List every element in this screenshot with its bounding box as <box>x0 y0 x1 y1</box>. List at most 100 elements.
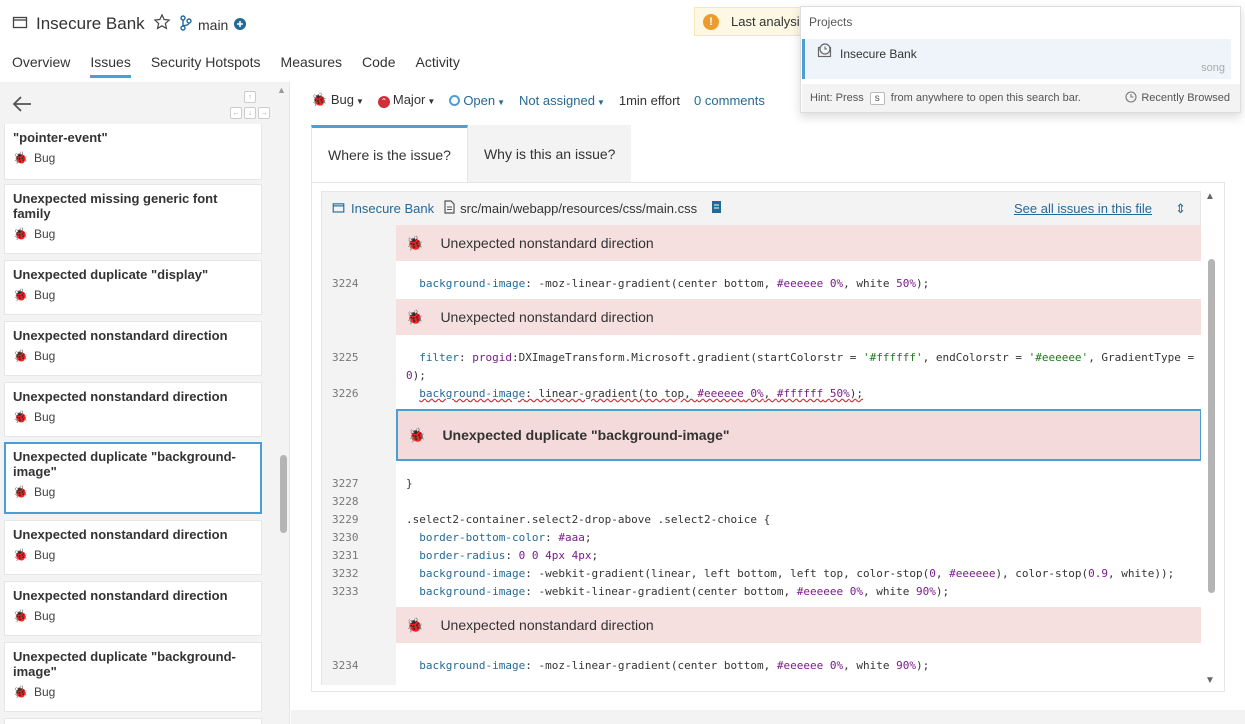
tab-issues[interactable]: Issues <box>90 54 131 78</box>
scroll-up-icon[interactable]: ▲ <box>1205 191 1215 202</box>
issue-type: 🐞 Bug <box>13 151 253 165</box>
code-viewer-header: Insecure Bank src/main/webapp/resources/… <box>321 191 1201 225</box>
recently-browsed: Recently Browsed <box>1125 90 1230 106</box>
bug-icon: 🐞 <box>311 92 328 107</box>
search-result-qualifier: song <box>1201 62 1225 74</box>
issue-card-selected[interactable]: Unexpected duplicate "background-image" … <box>4 442 262 514</box>
issue-type: 🐞 Bug <box>13 548 253 562</box>
line-number: 3230 <box>332 531 359 544</box>
key-left-icon: ← <box>230 107 242 119</box>
issue-type: 🐞 Bug <box>13 410 253 424</box>
issue-title: Unexpected duplicate "background-image" <box>13 449 236 479</box>
issue-type: 🐞 Bug <box>13 485 253 499</box>
recently-browsed-label: Recently Browsed <box>1141 92 1230 104</box>
issue-location[interactable]: 🐞 Unexpected nonstandard direction <box>396 225 1201 261</box>
bug-icon: 🐞 <box>13 349 28 363</box>
project-link[interactable]: Insecure Bank <box>351 201 434 216</box>
issue-type: 🐞 Bug <box>13 685 253 699</box>
issue-card[interactable]: "pointer-event" 🐞 Bug <box>4 124 262 180</box>
code-area: 🐞 Unexpected nonstandard direction 3224 b… <box>321 225 1201 685</box>
assignee-dropdown[interactable]: Not assigned ▼ <box>519 93 605 108</box>
bug-icon: 🐞 <box>13 548 28 562</box>
code-line: border-bottom-color: #aaa; <box>419 531 592 544</box>
sidebar-scrollbar[interactable] <box>280 455 287 533</box>
issue-card[interactable] <box>4 718 262 724</box>
analysis-warning[interactable]: ! Last analysis <box>694 7 806 36</box>
severity-dropdown[interactable]: ⌃ Major ▼ <box>377 92 435 108</box>
expand-icon[interactable]: ⇕ <box>1175 201 1186 217</box>
issue-card[interactable]: Unexpected nonstandard direction 🐞 Bug <box>4 581 262 636</box>
issue-location-selected[interactable]: 🐞 Unexpected duplicate "background-image" <box>396 409 1201 461</box>
file-icon <box>444 200 455 217</box>
tab-measures[interactable]: Measures <box>281 54 342 78</box>
issue-type-label: Bug <box>33 227 56 241</box>
assignee-value: Not assigned <box>519 92 595 108</box>
see-all-issues-link[interactable]: See all issues in this file <box>1014 201 1152 216</box>
hint-prefix: Hint: Press <box>810 92 864 104</box>
issue-type-label: Bug <box>33 410 56 424</box>
issue-card[interactable]: Unexpected duplicate "display" 🐞 Bug <box>4 260 262 315</box>
major-severity-icon: ⌃ <box>377 96 390 108</box>
line-number: 3232 <box>332 567 359 580</box>
search-results-heading: Projects <box>809 15 853 29</box>
code-line: filter: progid:DXImageTransform.Microsof… <box>419 351 1195 364</box>
issue-title: "pointer-event" <box>13 130 108 145</box>
code-line: background-image: -moz-linear-gradient(c… <box>419 277 930 290</box>
status-dropdown[interactable]: Open ▼ <box>449 93 505 108</box>
line-number: 3231 <box>332 549 359 562</box>
bug-icon: 🐞 <box>13 485 28 499</box>
issue-location-message: Unexpected nonstandard direction <box>440 235 654 251</box>
code-scrollbar-thumb[interactable] <box>1208 259 1215 593</box>
scroll-down-icon[interactable]: ▼ <box>1205 675 1215 686</box>
warning-icon: ! <box>703 13 719 30</box>
code-scrollbar[interactable]: ▲ ▼ <box>1205 191 1217 686</box>
sidebar-scroll-up-icon[interactable]: ▲ <box>277 85 286 95</box>
bug-icon: 🐞 <box>13 609 28 623</box>
tab-security-hotspots[interactable]: Security Hotspots <box>151 54 261 78</box>
warning-text: Last analysis <box>731 14 806 29</box>
project-nav: Overview Issues Security Hotspots Measur… <box>12 54 460 78</box>
tab-why-is-this-an-issue[interactable]: Why is this an issue? <box>467 125 632 182</box>
issue-type-label: Bug <box>33 349 56 363</box>
issue-location[interactable]: 🐞 Unexpected nonstandard direction <box>396 607 1201 643</box>
copy-path-icon[interactable] <box>711 200 722 217</box>
issue-card[interactable]: Unexpected missing generic font family 🐞… <box>4 184 262 254</box>
issue-title: Unexpected missing generic font family <box>13 191 218 221</box>
code-line: background-image: linear-gradient(to top… <box>419 387 863 400</box>
bug-icon: 🐞 <box>408 426 426 443</box>
file-path: src/main/webapp/resources/css/main.css <box>460 201 698 216</box>
issue-type-label: Bug <box>33 151 56 165</box>
line-gutter <box>322 225 396 685</box>
search-result-item[interactable]: Insecure Bank song <box>802 39 1231 79</box>
issue-tabs: Where is the issue? Why is this an issue… <box>311 125 632 182</box>
tab-code[interactable]: Code <box>362 54 395 78</box>
favorite-star-icon[interactable] <box>153 13 171 34</box>
issue-title: Unexpected nonstandard direction <box>13 527 228 542</box>
keyboard-hint: ↑ ← ↓ → <box>228 91 272 121</box>
branch-add-icon[interactable] <box>234 17 247 33</box>
tab-where-is-the-issue[interactable]: Where is the issue? <box>311 125 468 182</box>
sidebar-header: ↑ ← ↓ → <box>0 82 289 124</box>
branch-selector[interactable]: main <box>180 15 247 34</box>
bug-icon: 🐞 <box>13 288 28 302</box>
issue-card[interactable]: Unexpected nonstandard direction 🐞 Bug <box>4 520 262 575</box>
issue-type-dropdown[interactable]: 🐞 Bug ▼ <box>311 92 364 108</box>
comments-link[interactable]: 0 comments <box>694 93 765 108</box>
branch-name: main <box>198 16 229 33</box>
key-down-icon: ↓ <box>244 107 256 119</box>
issue-type-label: Bug <box>33 288 56 302</box>
issue-type: 🐞 Bug <box>13 288 253 302</box>
severity-value: Major <box>392 92 426 107</box>
project-name[interactable]: Insecure Bank <box>36 14 145 34</box>
back-arrow-icon[interactable] <box>10 92 34 122</box>
issue-location[interactable]: 🐞 Unexpected nonstandard direction <box>396 299 1201 335</box>
bug-icon: 🐞 <box>13 685 28 699</box>
tab-overview[interactable]: Overview <box>12 54 70 78</box>
code-line: background-image: -webkit-linear-gradien… <box>419 585 950 598</box>
issue-card[interactable]: Unexpected duplicate "background-image" … <box>4 642 262 712</box>
issue-card[interactable]: Unexpected nonstandard direction 🐞 Bug <box>4 321 262 376</box>
tab-activity[interactable]: Activity <box>415 54 459 78</box>
issue-card[interactable]: Unexpected nonstandard direction 🐞 Bug <box>4 382 262 437</box>
search-dropdown: Projects Insecure Bank song Hint: Press … <box>800 6 1241 113</box>
issue-meta-bar: 🐞 Bug ▼ ⌃ Major ▼ Open ▼ Not assigned ▼ 1min … <box>311 92 765 108</box>
